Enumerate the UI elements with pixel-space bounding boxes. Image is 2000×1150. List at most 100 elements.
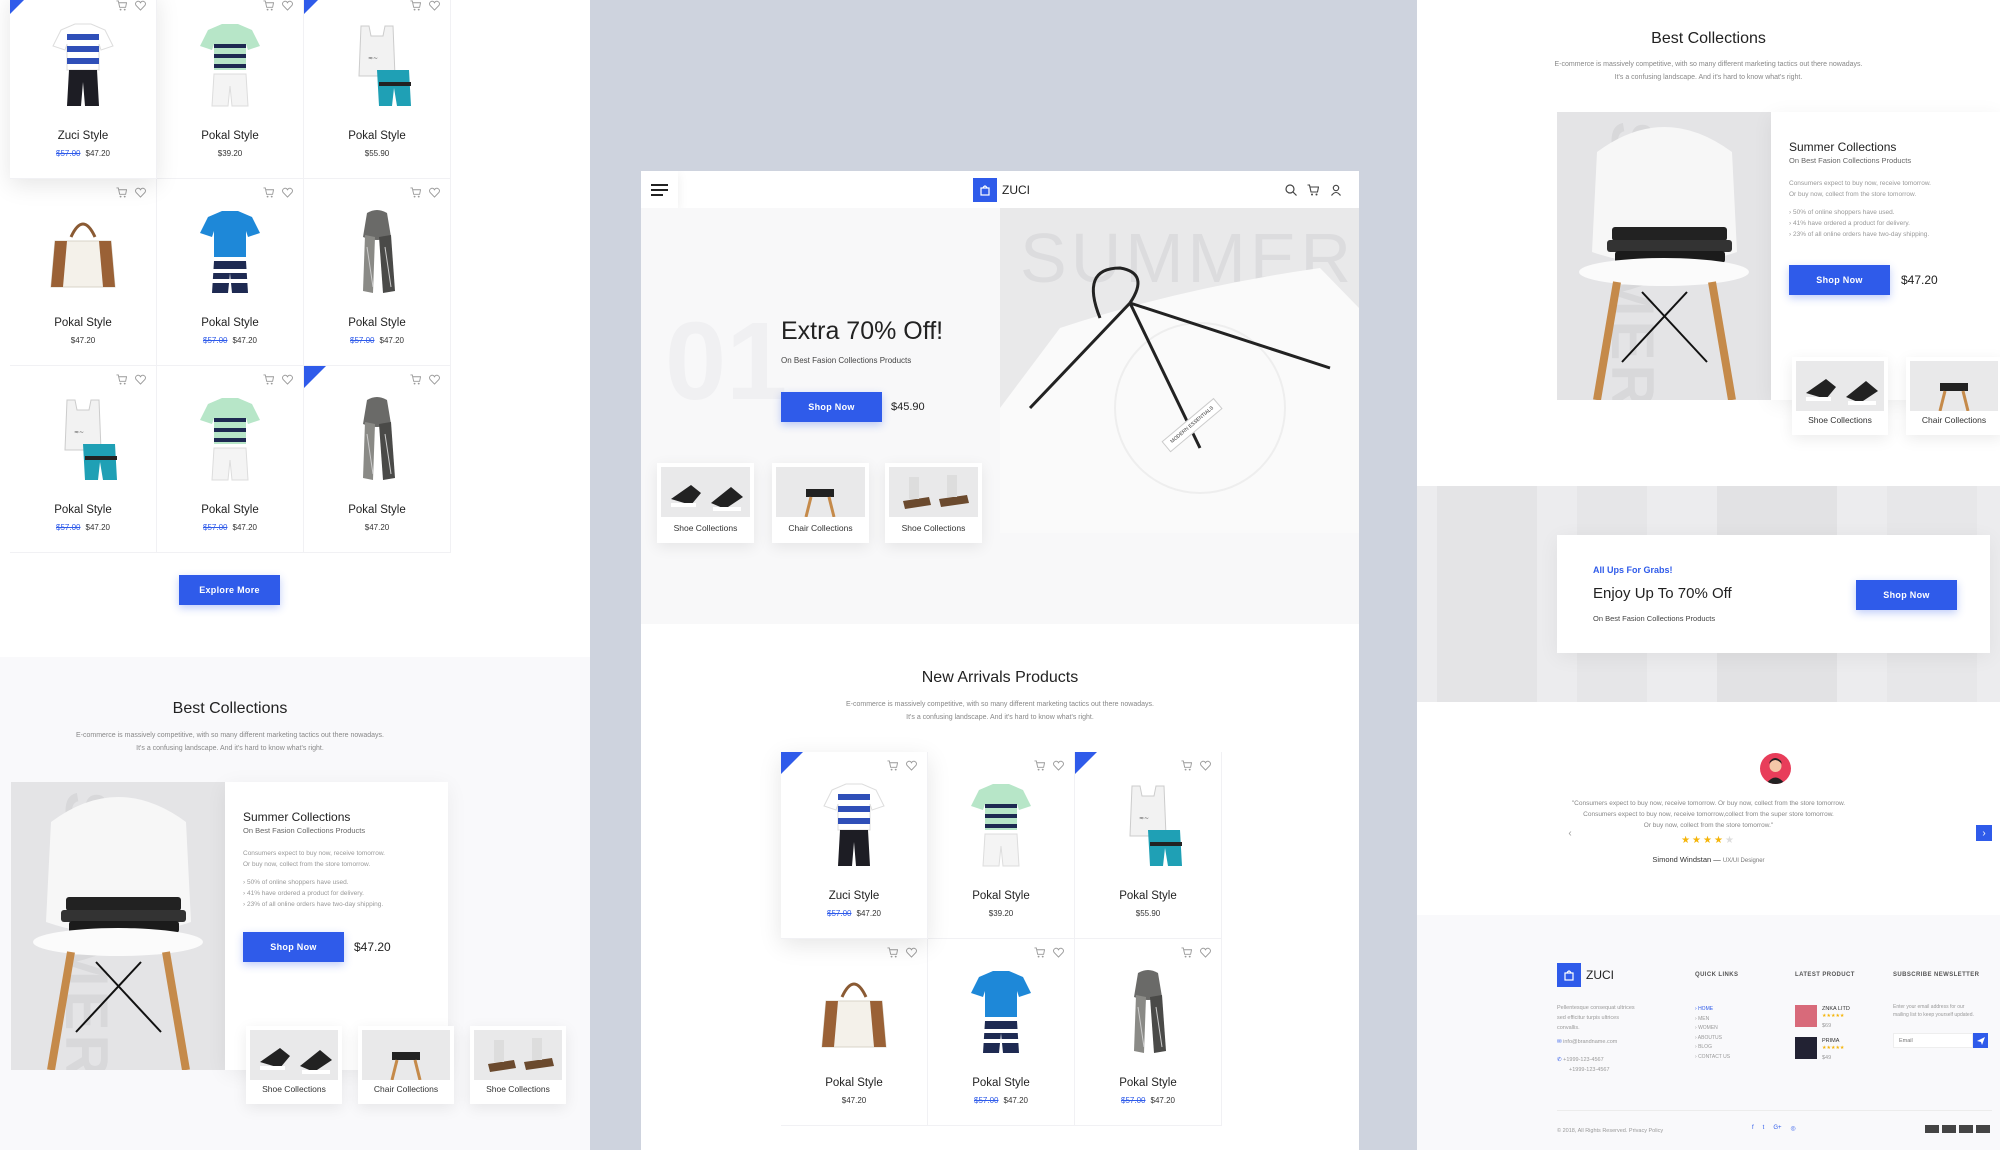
email-row[interactable]: ✉ info@brandname.com xyxy=(1557,1037,1617,1047)
arrivals-desc-2: It's a confusing landscape. And it's har… xyxy=(906,714,1094,721)
testimonial-line-3: Or buy now, collect from the store tomor… xyxy=(1643,822,1774,829)
mini-card-shoe[interactable]: Shoe Collections xyxy=(246,1026,342,1104)
old-price: $57.00 xyxy=(827,909,852,918)
heart-icon[interactable] xyxy=(429,185,440,203)
quick-link[interactable]: › MEN xyxy=(1695,1015,1730,1025)
about-text-3: convallis. xyxy=(1557,1025,1580,1031)
quick-link[interactable]: › BLOG xyxy=(1695,1043,1730,1053)
heart-icon[interactable] xyxy=(429,372,440,390)
next-arrow-icon[interactable]: › xyxy=(1976,825,1992,841)
twitter-icon[interactable]: t xyxy=(1763,1125,1765,1132)
product-image xyxy=(304,394,450,484)
heart-icon[interactable] xyxy=(282,0,293,16)
heart-icon[interactable] xyxy=(429,0,440,16)
facebook-icon[interactable]: f xyxy=(1752,1125,1754,1132)
cart-icon[interactable] xyxy=(1307,183,1320,201)
quick-link[interactable]: › CONTACT US xyxy=(1695,1053,1730,1063)
product-thumb[interactable] xyxy=(1795,1037,1817,1059)
cart-icon[interactable] xyxy=(1034,758,1046,776)
footer-logo[interactable]: ZUCI xyxy=(1557,963,1614,987)
mini-card-shoe[interactable]: Shoe Collections xyxy=(1792,357,1888,435)
product-card[interactable]: ≈~ Pokal Style $57.00 $47.20 xyxy=(10,366,157,553)
cart-icon[interactable] xyxy=(410,0,422,16)
heart-icon[interactable] xyxy=(1200,945,1211,963)
promo-title: Enjoy Up To 70% Off xyxy=(1593,585,1732,602)
mini-card-sandal[interactable]: Shoe Collections xyxy=(885,463,982,543)
google-plus-icon[interactable]: G+ xyxy=(1773,1125,1781,1132)
cart-icon[interactable] xyxy=(116,372,128,390)
cart-icon[interactable] xyxy=(263,372,275,390)
cart-icon[interactable] xyxy=(1181,758,1193,776)
instagram-icon[interactable]: ◎ xyxy=(1791,1125,1796,1132)
heart-icon[interactable] xyxy=(282,185,293,203)
search-icon[interactable] xyxy=(1285,183,1297,201)
product-card[interactable]: Pokal Style $39.20 xyxy=(157,0,304,179)
testimonial-author: Simond Windstan — UX/UI Designer xyxy=(1652,855,1765,864)
heart-icon[interactable] xyxy=(135,0,146,16)
user-icon[interactable] xyxy=(1330,183,1342,201)
mini-card-chair[interactable]: Chair Collections xyxy=(358,1026,454,1104)
product-price: $57.00 $47.20 xyxy=(304,336,450,345)
cart-icon[interactable] xyxy=(887,758,899,776)
cart-icon[interactable] xyxy=(263,185,275,203)
product-thumb[interactable] xyxy=(1795,1005,1817,1027)
quick-link[interactable]: › WOMEN xyxy=(1695,1024,1730,1034)
mini-card-sandal[interactable]: Shoe Collections xyxy=(470,1026,566,1104)
heart-icon[interactable] xyxy=(135,372,146,390)
cart-icon[interactable] xyxy=(1034,945,1046,963)
product-card[interactable]: Pokal Style $57.00 $47.20 xyxy=(928,939,1075,1126)
chair-thumb xyxy=(776,467,865,517)
arrivals-title: New Arrivals Products xyxy=(921,669,1079,686)
product-card[interactable]: Pokal Style $47.20 xyxy=(10,179,157,366)
promo-shop-now-button[interactable]: Shop Now xyxy=(1856,580,1957,610)
cart-icon[interactable] xyxy=(410,185,422,203)
product-image: ≈~ xyxy=(1075,780,1221,870)
heart-icon[interactable] xyxy=(1053,758,1064,776)
prev-arrow-icon[interactable]: ‹ xyxy=(1562,825,1578,841)
mini-card-chair[interactable]: Chair Collections xyxy=(1906,357,2000,435)
new-badge xyxy=(304,0,326,14)
cart-icon[interactable] xyxy=(887,945,899,963)
product-card[interactable]: Pokal Style $57.00 $47.20 xyxy=(1075,939,1222,1126)
cart-icon[interactable] xyxy=(410,372,422,390)
heart-icon[interactable] xyxy=(1200,758,1211,776)
current-price: $47.20 xyxy=(232,523,257,532)
explore-more-button[interactable]: Explore More xyxy=(179,575,280,605)
current-price: $39.20 xyxy=(217,149,243,158)
shop-now-button[interactable]: Shop Now xyxy=(243,932,344,962)
product-card[interactable]: Pokal Style $57.00 $47.20 xyxy=(304,179,451,366)
product-card[interactable]: ≈~ Pokal Style $55.90 xyxy=(1075,752,1222,939)
product-name: Pokal Style xyxy=(54,504,112,516)
brand-logo[interactable]: ZUCI xyxy=(973,178,1030,202)
product-card[interactable]: ≈~ Pokal Style $55.90 xyxy=(304,0,451,179)
product-card[interactable]: Pokal Style $47.20 xyxy=(781,939,928,1126)
product-card[interactable]: Pokal Style $57.00 $47.20 xyxy=(157,366,304,553)
heart-icon[interactable] xyxy=(282,372,293,390)
heart-icon[interactable] xyxy=(906,945,917,963)
product-card[interactable]: Pokal Style $47.20 xyxy=(304,366,451,553)
footer-divider xyxy=(1557,1110,1992,1111)
menu-button[interactable] xyxy=(641,171,678,208)
shop-now-button[interactable]: Shop Now xyxy=(1789,265,1890,295)
quick-link[interactable]: › HOME xyxy=(1695,1005,1730,1015)
card-text-2: Or buy now, collect from the store tomor… xyxy=(1789,191,1917,198)
send-button[interactable] xyxy=(1973,1033,1988,1048)
product-card[interactable]: Zuci Style $57.00 $47.20 xyxy=(781,752,928,939)
quick-link[interactable]: › ABOUTUS xyxy=(1695,1034,1730,1044)
product-card[interactable]: Zuci Style $57.00 $47.20 xyxy=(10,0,157,179)
heart-icon[interactable] xyxy=(1053,945,1064,963)
newsletter-email-input[interactable] xyxy=(1893,1033,1973,1048)
cart-icon[interactable] xyxy=(116,185,128,203)
product-name: Pokal Style xyxy=(972,1077,1030,1089)
product-card[interactable]: Pokal Style $39.20 xyxy=(928,752,1075,939)
heart-icon[interactable] xyxy=(906,758,917,776)
product-card[interactable]: Pokal Style $57.00 $47.20 xyxy=(157,179,304,366)
cart-icon[interactable] xyxy=(263,0,275,16)
cart-icon[interactable] xyxy=(116,0,128,16)
heart-icon[interactable] xyxy=(135,185,146,203)
latest-price: $69 xyxy=(1822,1023,1832,1029)
mini-card-chair[interactable]: Chair Collections xyxy=(772,463,869,543)
cart-icon[interactable] xyxy=(1181,945,1193,963)
mini-card-shoe[interactable]: Shoe Collections xyxy=(657,463,754,543)
hero-shop-now-button[interactable]: Shop Now xyxy=(781,392,882,422)
